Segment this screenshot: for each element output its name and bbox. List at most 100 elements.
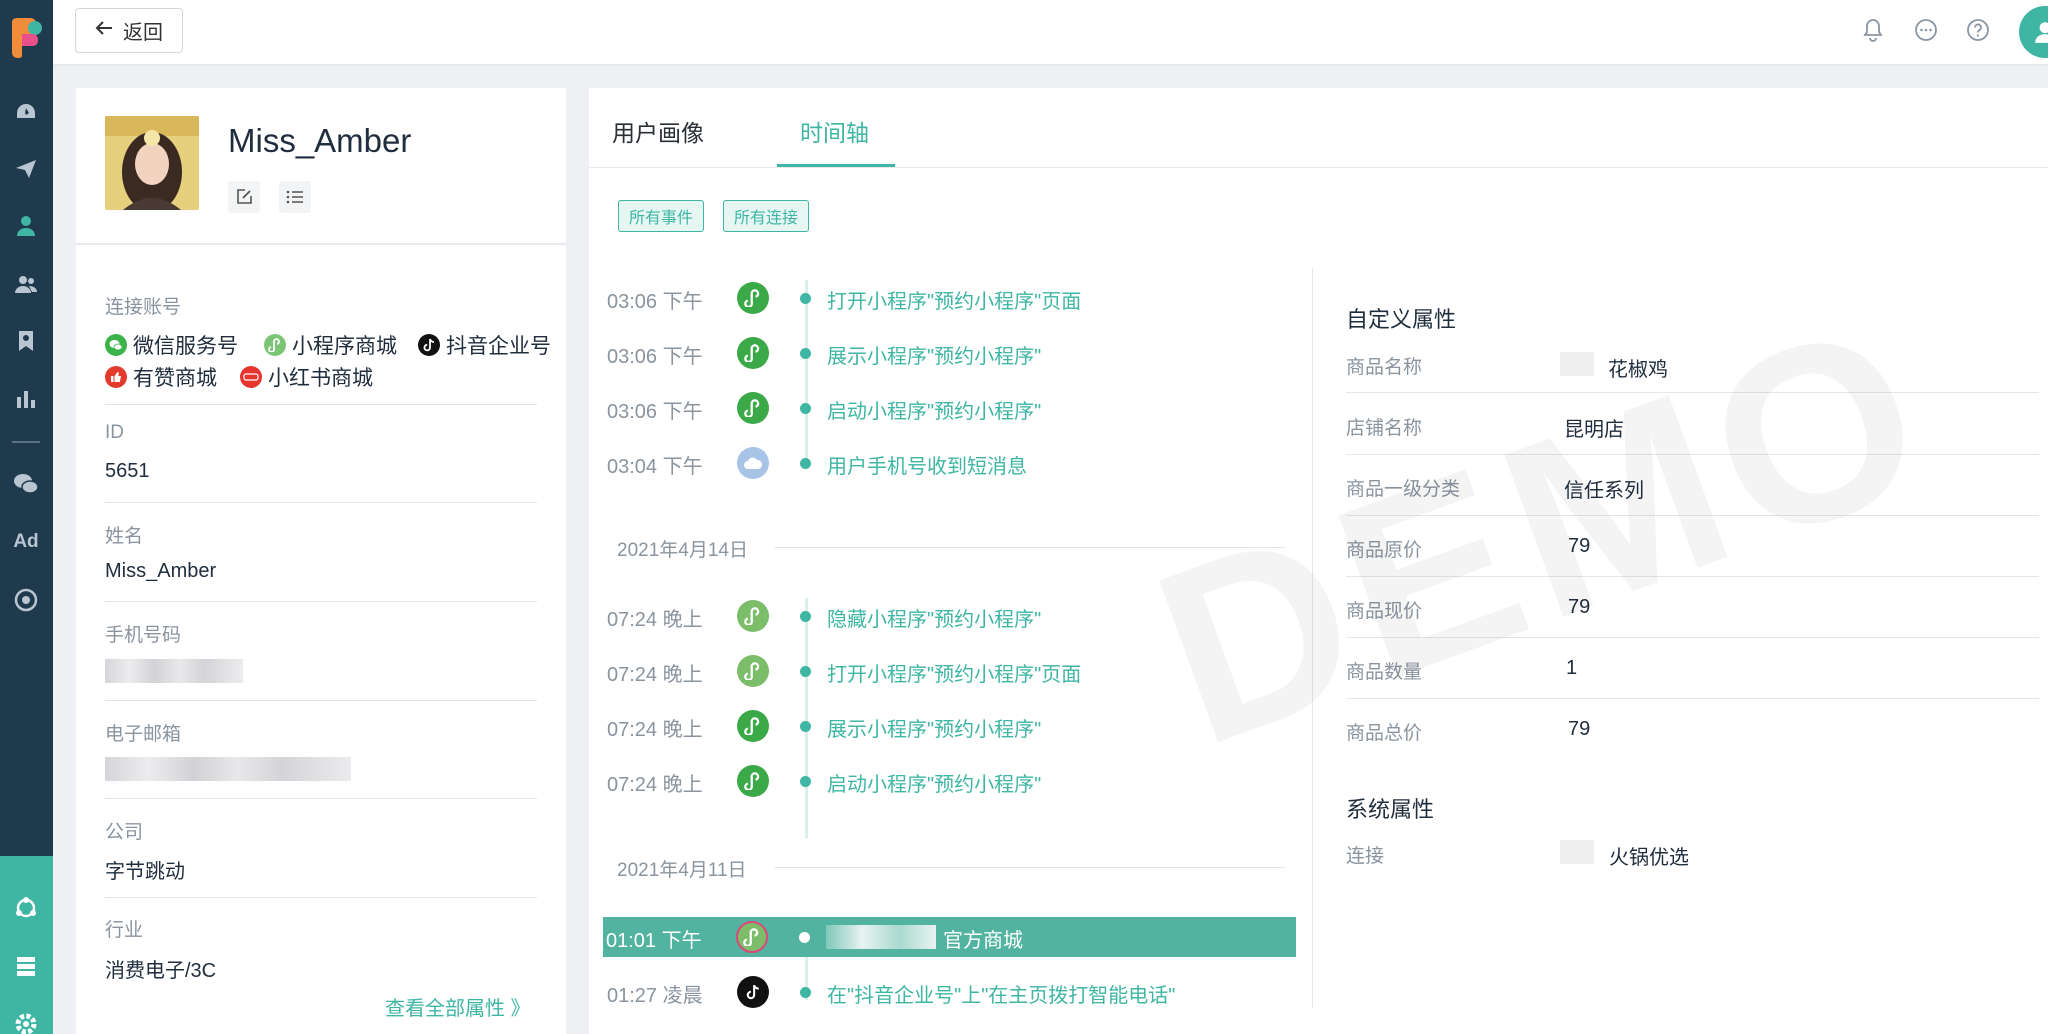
field-divider	[105, 601, 537, 602]
back-button-label: 返回	[123, 22, 163, 44]
view-all-attributes-link[interactable]: 查看全部属性 》	[385, 992, 531, 1021]
mini-program-icon	[737, 655, 769, 687]
timeline-event[interactable]: 07:24 晚上 展示小程序"预约小程序"	[604, 706, 1295, 746]
account-xiaohongshu[interactable]: 小红书商城	[240, 362, 373, 392]
mini-program-icon	[737, 765, 769, 797]
douyin-icon	[737, 976, 769, 1008]
mini-program-icon	[736, 921, 768, 953]
custom-attributes-heading: 自定义属性	[1346, 307, 1457, 332]
tab-user-portrait[interactable]: 用户画像	[612, 114, 704, 148]
server-icon[interactable]	[12, 952, 40, 980]
timeline-node	[800, 348, 811, 359]
wechat-icon[interactable]	[12, 470, 40, 498]
timeline-event[interactable]: 07:24 晚上 隐藏小程序"预约小程序"	[604, 596, 1295, 636]
attr-divider	[1346, 698, 2039, 699]
douyin-icon	[418, 334, 440, 356]
event-time: 03:06 下午	[607, 291, 703, 313]
tabs-divider	[589, 167, 2048, 168]
network-icon[interactable]	[12, 894, 40, 922]
mini-program-icon	[737, 710, 769, 742]
account-avatar[interactable]	[2019, 6, 2048, 58]
account-label: 小程序商城	[292, 335, 397, 358]
wechat-icon	[105, 334, 127, 356]
date-separator: 2021年4月11日	[617, 860, 747, 881]
date-separator-line	[774, 867, 1285, 868]
redacted-prefix	[1560, 840, 1594, 864]
field-divider	[105, 897, 537, 898]
card-divider	[76, 243, 566, 245]
timeline-event[interactable]: 03:06 下午 展示小程序"预约小程序"	[604, 333, 1295, 373]
phone-label: 手机号码	[105, 625, 182, 646]
message-icon[interactable]	[1912, 16, 1940, 44]
nav-divider	[12, 441, 40, 443]
attr-key: 商品名称	[1346, 357, 1423, 378]
edit-button[interactable]	[228, 181, 260, 213]
tab-timeline[interactable]: 时间轴	[800, 114, 869, 148]
event-time: 07:24 晚上	[607, 774, 703, 796]
app-logo-icon[interactable]	[8, 16, 46, 60]
attr-divider	[1346, 515, 2039, 516]
list-button[interactable]	[279, 181, 311, 213]
account-douyin[interactable]: 抖音企业号	[418, 330, 551, 360]
filter-all-events[interactable]: 所有事件	[618, 200, 705, 232]
email-value-redacted	[105, 757, 351, 781]
name-value: Miss_Amber	[105, 560, 217, 582]
timeline-event[interactable]: 03:06 下午 启动小程序"预约小程序"	[604, 388, 1295, 428]
event-time: 01:01 下午	[606, 930, 702, 952]
ad-icon[interactable]: Ad	[12, 528, 40, 556]
field-divider	[105, 798, 537, 799]
target-icon[interactable]	[12, 586, 40, 614]
timeline-event[interactable]: 03:06 下午 打开小程序"预约小程序"页面	[604, 278, 1295, 318]
account-wechat[interactable]: 微信服务号	[105, 330, 238, 360]
timeline-event-selected[interactable]: 01:01 下午 官方商城	[603, 917, 1296, 957]
bar-chart-icon[interactable]	[12, 385, 40, 413]
users-group-icon[interactable]	[12, 270, 40, 298]
event-time: 07:24 晚上	[607, 664, 703, 686]
timeline-event[interactable]: 07:24 晚上 启动小程序"预约小程序"	[604, 761, 1295, 801]
id-label: ID	[105, 422, 124, 443]
event-text: 用户手机号收到短消息	[827, 456, 1027, 478]
panel-vertical-divider	[1312, 268, 1313, 1008]
mini-program-icon	[737, 392, 769, 424]
timeline-node	[799, 932, 810, 943]
attr-divider	[1346, 637, 2039, 638]
left-nav-rail: Ad	[0, 0, 53, 1034]
back-button[interactable]: 返回	[75, 8, 183, 53]
attr-value: 79	[1568, 596, 1591, 618]
name-label: 姓名	[105, 526, 144, 547]
system-attributes-heading: 系统属性	[1346, 797, 1435, 822]
account-label: 抖音企业号	[446, 335, 551, 358]
event-text: 打开小程序"预约小程序"页面	[827, 664, 1082, 686]
phone-value-redacted	[105, 659, 243, 683]
mini-program-icon	[737, 600, 769, 632]
filter-all-connections[interactable]: 所有连接	[723, 200, 810, 232]
dashboard-icon[interactable]	[12, 98, 40, 126]
attr-key: 商品一级分类	[1346, 479, 1461, 500]
send-icon[interactable]	[12, 155, 40, 183]
account-label: 有赞商城	[133, 367, 217, 390]
bookmark-user-icon[interactable]	[12, 327, 40, 355]
timeline-event[interactable]: 07:24 晚上 打开小程序"预约小程序"页面	[604, 651, 1295, 691]
field-divider	[105, 404, 537, 405]
profile-card: Miss_Amber 连接账号 微信服务号 小程序商城 抖音企业号 有赞商城 小…	[76, 88, 566, 1034]
attr-key: 商品总价	[1346, 723, 1423, 744]
timeline-node	[800, 458, 811, 469]
timeline-event[interactable]: 03:04 下午 用户手机号收到短消息	[604, 443, 1295, 483]
field-divider	[105, 700, 537, 701]
industry-value: 消费电子/3C	[105, 960, 217, 982]
company-label: 公司	[105, 822, 144, 843]
help-icon[interactable]	[1964, 16, 1992, 44]
redacted-prefix	[1560, 352, 1594, 376]
user-icon[interactable]	[12, 212, 40, 240]
account-youzan[interactable]: 有赞商城	[105, 362, 217, 392]
attr-value: 79	[1568, 535, 1591, 557]
top-bar: 返回	[53, 0, 2048, 64]
gear-icon[interactable]	[12, 1010, 40, 1034]
timeline-event[interactable]: 01:27 凌晨 在"抖音企业号"上"在主页拨打智能电话"	[604, 972, 1295, 1012]
nav-bottom-group	[0, 856, 53, 1034]
account-mini-program[interactable]: 小程序商城	[264, 330, 397, 360]
attr-value: 信任系列	[1564, 480, 1644, 502]
attr-divider	[1346, 392, 2039, 393]
arrow-left-icon	[95, 19, 113, 42]
bell-icon[interactable]	[1859, 16, 1887, 44]
